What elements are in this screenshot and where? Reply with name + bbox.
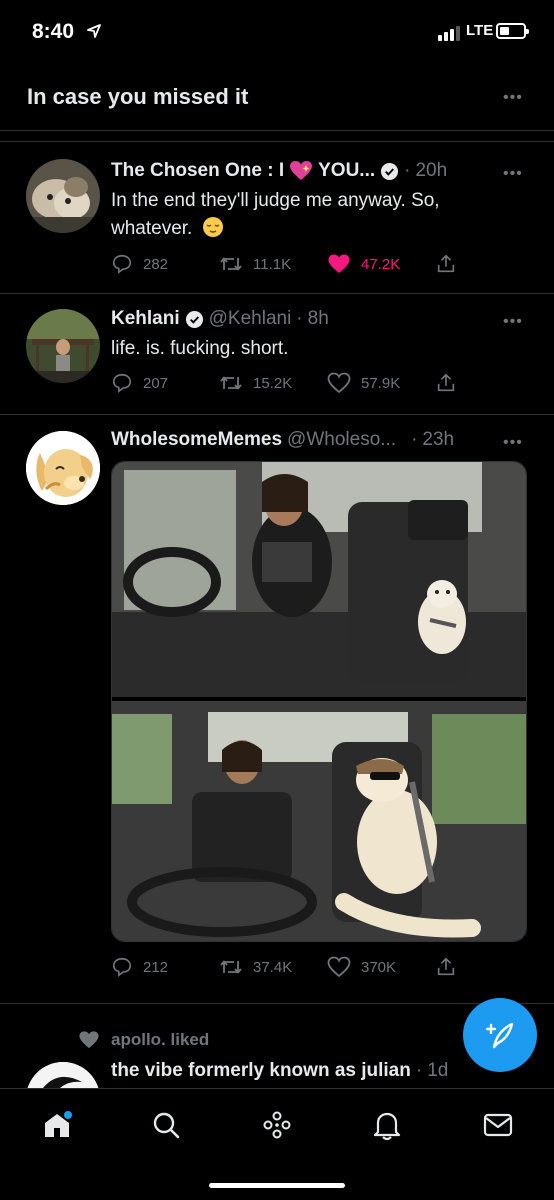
avatar[interactable] [26, 159, 100, 233]
home-indicator[interactable] [209, 1183, 345, 1188]
like-button[interactable]: 57.9K [327, 372, 400, 394]
avatar[interactable] [26, 1062, 100, 1088]
network-label: LTE [466, 22, 494, 39]
display-name[interactable]: The Chosen One : I [111, 160, 284, 182]
display-name-suffix[interactable]: YOU... [318, 160, 375, 182]
notifications-icon [373, 1112, 401, 1141]
compose-tweet-button[interactable] [463, 998, 537, 1072]
location-arrow-icon [87, 24, 101, 38]
user-handle[interactable]: @Kehlani [209, 308, 292, 330]
tweet-header: Kehlani @Kehlani · 8h [111, 308, 329, 330]
reply-icon [112, 254, 132, 274]
social-context[interactable]: apollo. liked [111, 1030, 209, 1050]
verified-icon [381, 162, 399, 180]
spaces-icon [263, 1111, 291, 1139]
reply-count: 282 [143, 255, 169, 273]
compose-icon [485, 1022, 514, 1049]
retweet-count: 15.2K [253, 374, 293, 392]
heart-icon [328, 254, 350, 273]
separator-dot: · [411, 429, 418, 450]
like-button[interactable]: 370K [327, 956, 396, 978]
nav-notifications[interactable] [367, 1105, 407, 1145]
section-header: In case you missed it ••• [0, 66, 554, 130]
tweet-time[interactable]: 8h [308, 308, 329, 330]
like-count: 47.2K [361, 255, 401, 273]
tweet-actions: 207 15.2K 57.9K [111, 372, 471, 396]
more-icon[interactable]: ••• [503, 166, 523, 182]
tweet[interactable]: Kehlani @Kehlani · 8h ••• life. is. fuck… [0, 294, 554, 414]
verified-icon [185, 310, 203, 328]
nav-home[interactable] [37, 1105, 77, 1145]
share-icon [437, 957, 455, 976]
dog-in-car-photo [112, 462, 526, 941]
tweet-text: In the end they'll judge me anyway. So, … [111, 187, 511, 243]
like-button[interactable]: 47.2K [327, 253, 400, 275]
retweet-icon [220, 960, 242, 974]
retweet-count: 37.4K [253, 958, 293, 976]
relieved-face-icon [202, 217, 223, 237]
like-count: 370K [361, 958, 397, 976]
tweet[interactable]: WholesomeMemes @Wholeso... · 23h ••• 212… [0, 415, 554, 1003]
nav-messages[interactable] [478, 1105, 518, 1145]
retweet-button[interactable]: 37.4K [219, 956, 292, 978]
like-count: 57.9K [361, 374, 401, 392]
share-icon [437, 254, 455, 273]
user-handle[interactable]: @Wholeso... [287, 429, 396, 451]
separator-dot: · [296, 308, 303, 329]
reply-icon [112, 957, 132, 977]
messages-icon [483, 1113, 513, 1137]
reply-count: 212 [143, 958, 169, 976]
tweet-image[interactable] [111, 461, 527, 942]
reply-button[interactable]: 212 [111, 956, 168, 978]
separator-dot: · [415, 1060, 423, 1081]
tweet-header: The Chosen One : I YOU... · 20h [111, 160, 447, 182]
reply-count: 207 [143, 374, 169, 392]
search-icon [153, 1112, 180, 1139]
tweet-time[interactable]: 1d [427, 1060, 448, 1082]
more-icon[interactable]: ••• [503, 314, 523, 330]
more-icon[interactable]: ••• [503, 90, 523, 106]
retweet-icon [220, 257, 242, 271]
retweet-button[interactable]: 11.1K [219, 253, 291, 275]
avatar[interactable] [26, 431, 100, 505]
nav-spaces[interactable] [257, 1105, 297, 1145]
tweet-actions: 282 11.1K 47.2K [111, 253, 471, 277]
retweet-count: 11.1K [253, 255, 292, 273]
nav-search[interactable] [146, 1105, 186, 1145]
sparkling-heart-icon [290, 161, 313, 180]
share-button[interactable] [435, 956, 457, 978]
reply-button[interactable]: 282 [111, 253, 168, 275]
separator-dot: · [404, 160, 411, 181]
display-name[interactable]: WholesomeMemes [111, 429, 282, 451]
section-divider [0, 130, 554, 142]
tweet-text: life. is. fucking. short. [111, 338, 289, 359]
battery-icon [496, 23, 529, 39]
signal-icon [438, 25, 460, 41]
retweet-button[interactable]: 15.2K [219, 372, 292, 394]
status-bar: 8:40 LTE [0, 0, 554, 66]
heart-icon [327, 956, 351, 978]
tweet-time[interactable]: 20h [415, 160, 447, 182]
heart-icon [327, 372, 351, 394]
more-icon[interactable]: ••• [503, 435, 523, 451]
tweet-actions: 212 37.4K 370K [111, 956, 471, 980]
tweet-text-content: In the end they'll judge me anyway. So, … [111, 190, 440, 239]
avatar[interactable] [26, 309, 100, 383]
liked-heart-icon [79, 1031, 99, 1049]
share-icon [437, 373, 455, 392]
display-name[interactable]: Kehlani [111, 308, 180, 330]
share-button[interactable] [435, 253, 457, 275]
status-time: 8:40 [32, 20, 75, 43]
display-name[interactable]: the vibe formerly known as julian [111, 1060, 411, 1082]
tweet[interactable]: The Chosen One : I YOU... · 20h ••• In t… [0, 143, 554, 293]
tweet-header: WholesomeMemes @Wholeso... · 23h [111, 429, 454, 451]
reply-button[interactable]: 207 [111, 372, 168, 394]
home-icon [45, 1111, 72, 1137]
reply-icon [112, 373, 132, 393]
retweet-icon [220, 376, 242, 390]
share-button[interactable] [435, 372, 457, 394]
tweet-time[interactable]: 23h [422, 429, 454, 451]
section-title: In case you missed it [27, 84, 249, 109]
tweet-header: the vibe formerly known as julian · 1d [111, 1060, 448, 1082]
